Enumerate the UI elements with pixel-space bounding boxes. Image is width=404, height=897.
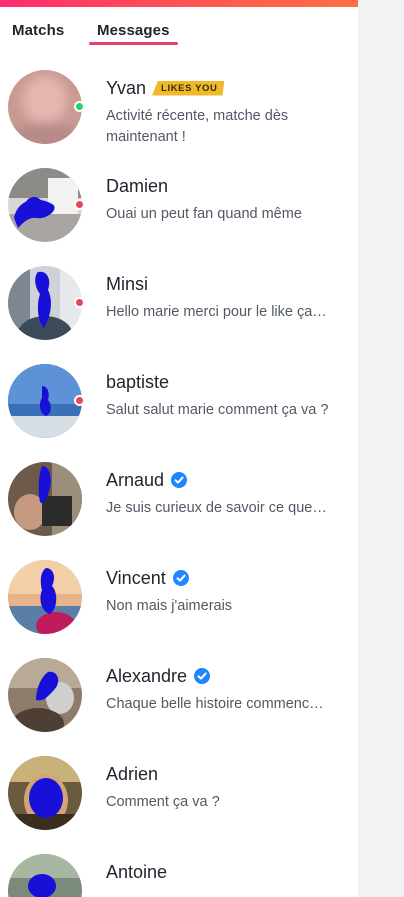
message-preview: Salut salut marie comment ça va ? [106, 402, 329, 418]
message-preview: Activité récente, matche dès maintenant … [106, 108, 289, 145]
unread-indicator [74, 395, 85, 406]
conversation-row[interactable]: Minsi Hello marie merci pour le like ça… [0, 254, 358, 352]
avatar [8, 266, 82, 340]
conversation-row[interactable]: Arnaud Je suis curieux de savoir ce que… [0, 450, 358, 548]
avatar [8, 364, 82, 438]
contact-name: Vincent [106, 567, 166, 588]
contact-name: Alexandre [106, 665, 188, 686]
avatar [8, 168, 82, 242]
verified-icon [172, 570, 189, 586]
message-preview: Non mais j'aimerais [106, 598, 233, 614]
unread-indicator [74, 297, 85, 308]
conversation-list: Yvan LIKES YOU Activité récente, matche … [0, 58, 358, 897]
likes-you-badge: LIKES YOU [152, 81, 224, 96]
tab-matchs[interactable]: Matchs [12, 22, 64, 39]
contact-name: Adrien [106, 763, 159, 784]
tab-bar: Matchs Messages [0, 22, 358, 48]
avatar [8, 854, 82, 897]
message-preview: Chaque belle histoire commenc… [106, 696, 324, 712]
conversation-row[interactable]: Adrien Comment ça va ? [0, 744, 358, 842]
verified-icon [171, 472, 188, 488]
conversation-row[interactable]: Antoine [0, 842, 358, 897]
contact-name: Damien [106, 175, 169, 196]
conversation-row[interactable]: Yvan LIKES YOU Activité récente, matche … [0, 58, 358, 156]
contact-name: baptiste [106, 371, 170, 392]
tab-messages[interactable]: Messages [97, 22, 170, 39]
online-indicator [74, 101, 85, 112]
contact-name: Yvan [106, 77, 147, 98]
message-preview: Comment ça va ? [106, 794, 220, 810]
contact-name: Antoine [106, 861, 168, 882]
message-preview: Ouai un peut fan quand même [106, 206, 302, 222]
avatar [8, 658, 82, 732]
message-preview: Je suis curieux de savoir ce que… [106, 500, 327, 516]
conversation-row[interactable]: Vincent Non mais j'aimerais [0, 548, 358, 646]
verified-icon [194, 668, 211, 684]
avatar [8, 756, 82, 830]
message-preview: Hello marie merci pour le like ça… [106, 304, 327, 320]
avatar [8, 462, 82, 536]
avatar [8, 560, 82, 634]
top-gradient-bar [0, 0, 358, 7]
conversation-row[interactable]: Damien Ouai un peut fan quand même [0, 156, 358, 254]
conversation-row[interactable]: baptiste Salut salut marie comment ça va… [0, 352, 358, 450]
active-tab-underline [89, 42, 178, 45]
messages-panel: Matchs Messages Yvan LIKES YOU Activité … [0, 0, 358, 897]
contact-name: Minsi [106, 273, 149, 294]
contact-name: Arnaud [106, 469, 165, 490]
avatar [8, 70, 82, 144]
conversation-row[interactable]: Alexandre Chaque belle histoire commenc… [0, 646, 358, 744]
unread-indicator [74, 199, 85, 210]
